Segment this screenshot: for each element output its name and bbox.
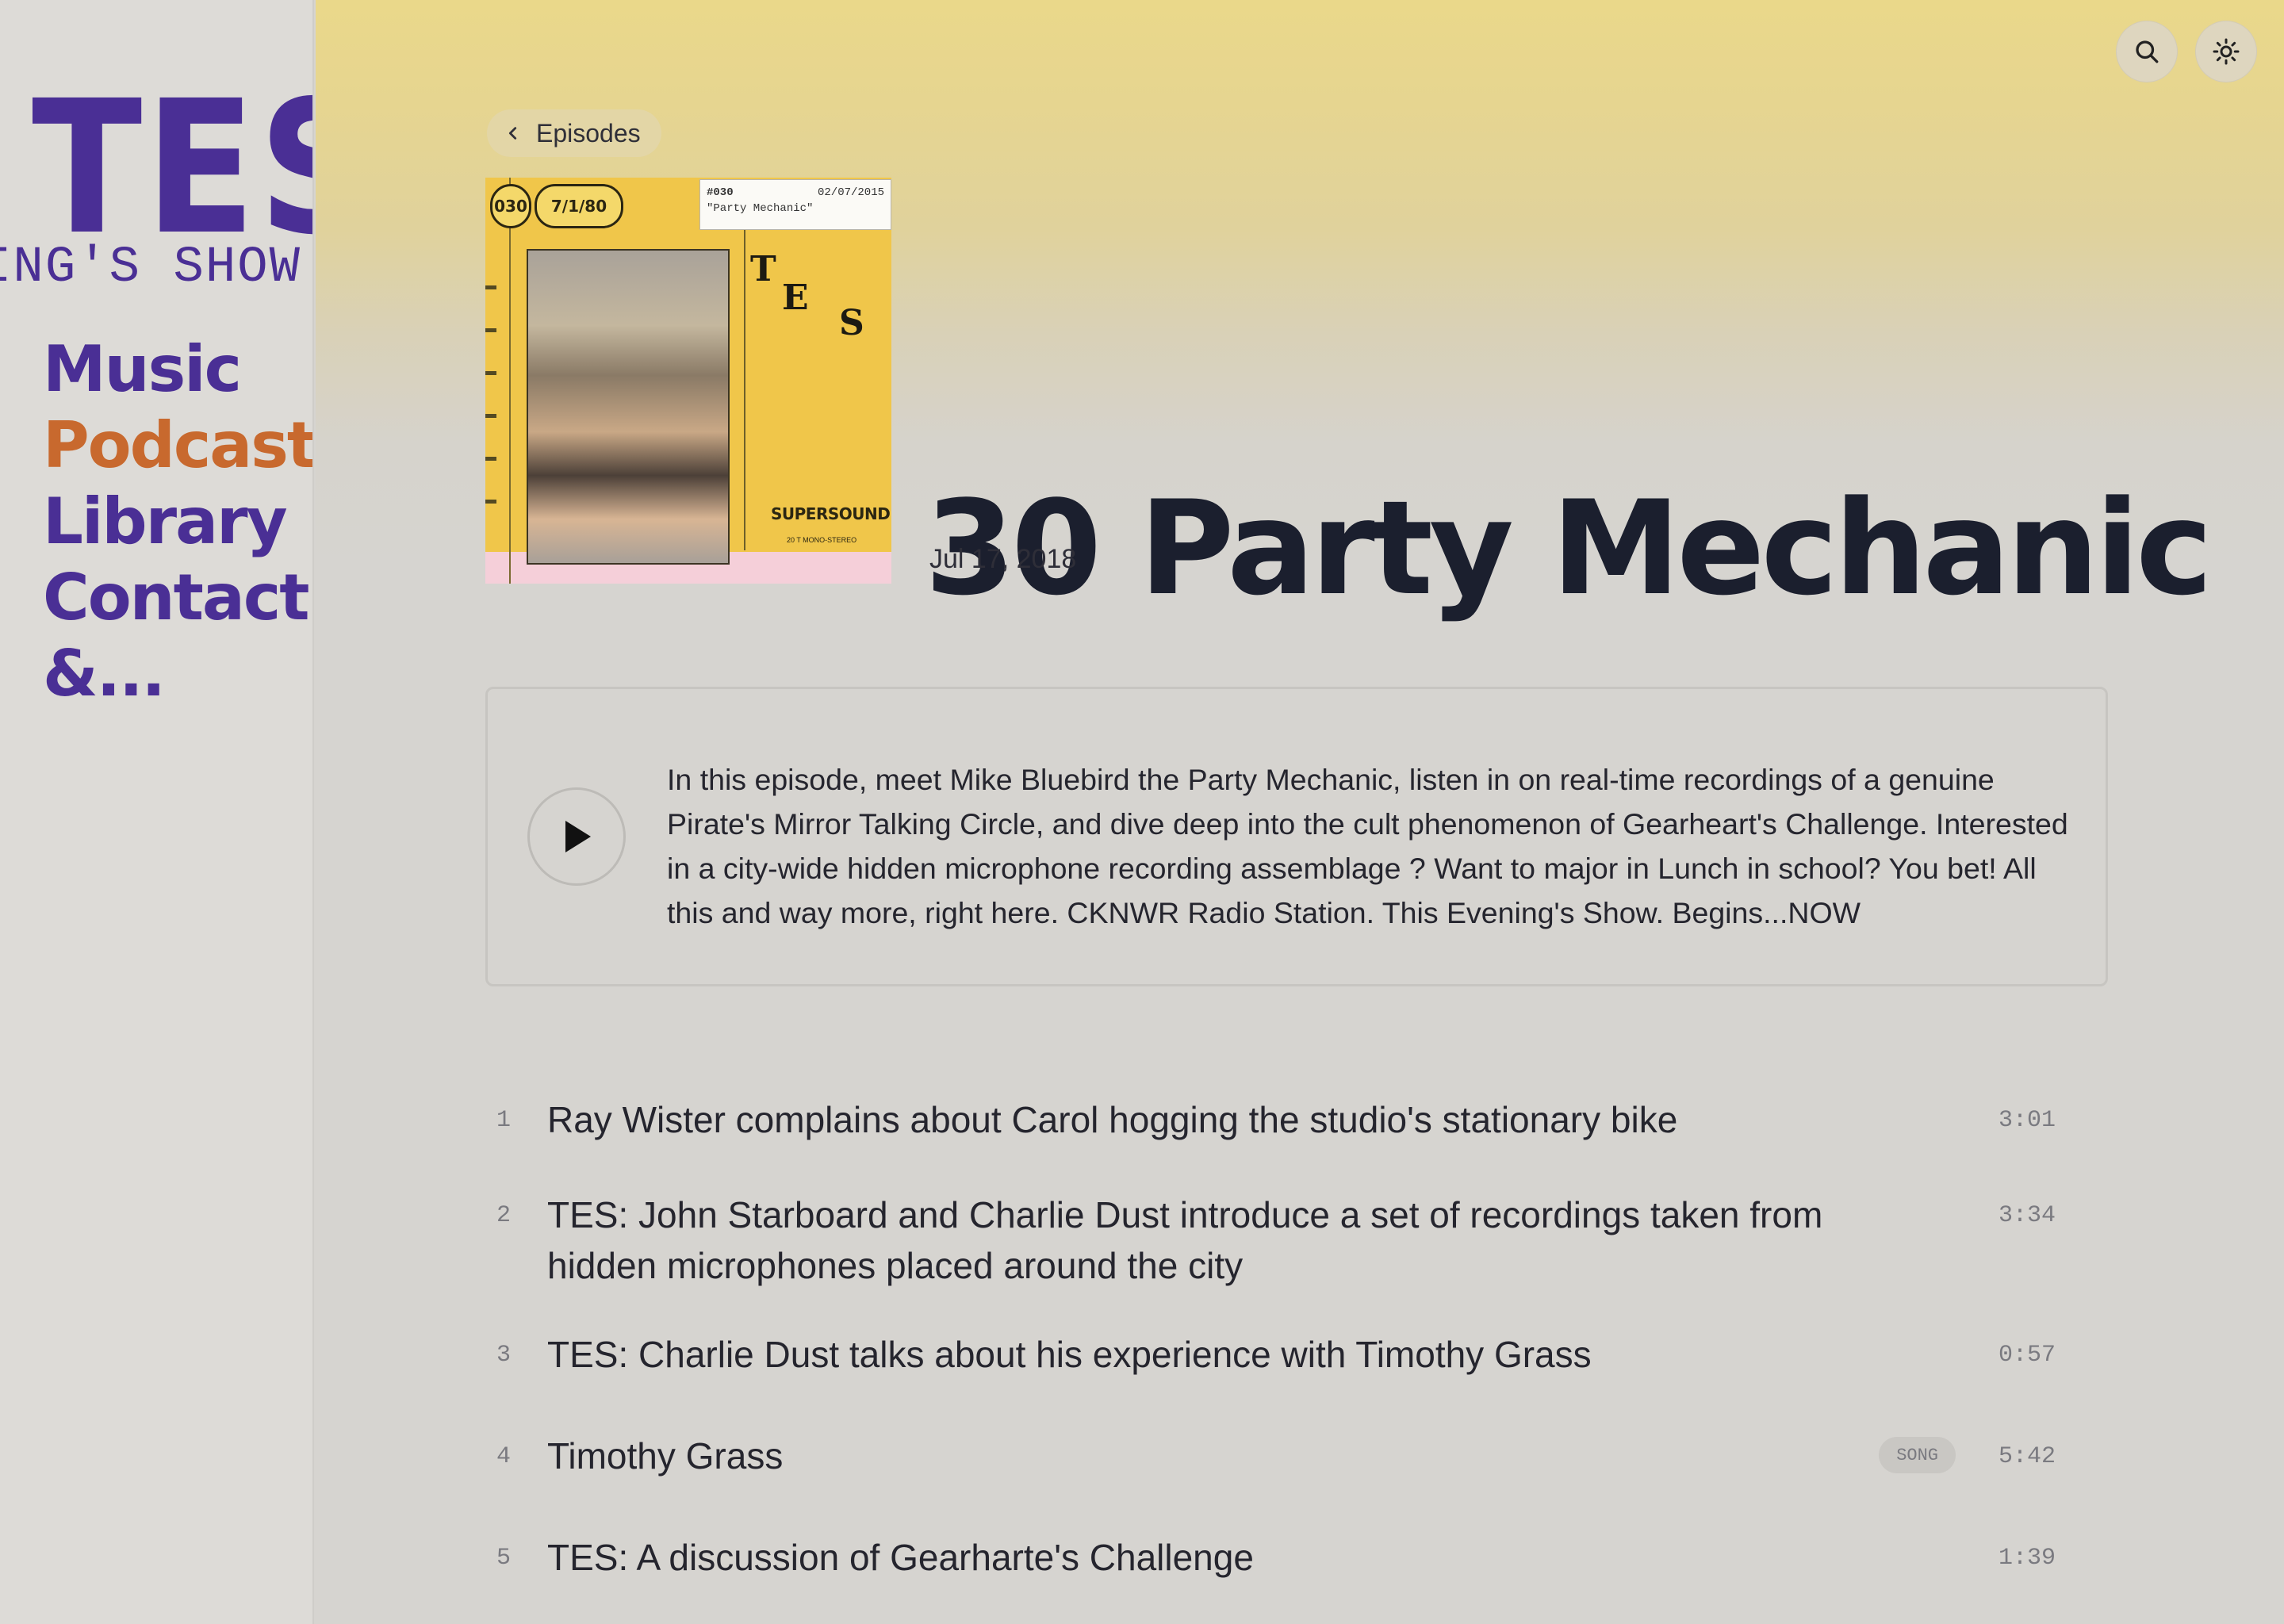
track-number: 1 (496, 1107, 512, 1134)
cover-divider (744, 201, 745, 550)
episode-title: 30 Party Mechanic (925, 472, 2213, 624)
cover-logo-s: S (839, 303, 864, 343)
cover-tick (485, 371, 496, 375)
top-toolbar (2116, 21, 2257, 82)
track-duration: 1:39 (1998, 1545, 2056, 1572)
track-row[interactable]: 2 TES: John Starboard and Charlie Dust i… (485, 1189, 2056, 1291)
cover-ticket: #030 02/07/2015 "Party Mechanic" (699, 179, 891, 230)
track-title: Timothy Grass (547, 1435, 784, 1477)
episode-cover-art: 030 7/1/80 #030 02/07/2015 "Party Mechan… (485, 178, 891, 584)
chevron-left-icon (508, 127, 517, 140)
ticket-date: 02/07/2015 (817, 186, 884, 199)
track-duration: 0:57 (1998, 1342, 2056, 1369)
nav-music[interactable]: Music (43, 331, 312, 408)
nav-library[interactable]: Library (43, 484, 312, 560)
play-icon (565, 821, 591, 852)
cover-tick (485, 500, 496, 504)
nav-more[interactable]: &... (43, 636, 312, 712)
cover-ruler (509, 178, 511, 584)
episode-page: Episodes 030 7/1/80 #030 02/07/2015 "Par… (316, 0, 2284, 1624)
episode-description-card: In this episode, meet Mike Bluebird the … (485, 687, 2108, 986)
ticket-title: "Party Mechanic" (707, 202, 814, 215)
cover-tick (485, 328, 496, 332)
site-logo-subtitle: ING'S SHOW (0, 239, 302, 297)
theme-toggle-button[interactable] (2195, 21, 2257, 82)
cover-date: 7/1/80 (535, 184, 623, 228)
play-button[interactable] (527, 787, 626, 886)
track-title: TES: John Starboard and Charlie Dust int… (547, 1194, 1823, 1286)
search-icon (2136, 40, 2159, 63)
main-nav: Music Podcast Library Contact &... (43, 331, 312, 712)
track-row[interactable]: 1 Ray Wister complains about Carol hoggi… (485, 1094, 2056, 1145)
cover-brand: SUPERSOUND (771, 504, 891, 523)
ticket-code: #030 (707, 186, 734, 199)
nav-contact[interactable]: Contact (43, 560, 312, 636)
cover-tick (485, 414, 496, 418)
track-number: 3 (496, 1342, 512, 1369)
cover-tick (485, 457, 496, 461)
back-to-episodes-button[interactable]: Episodes (487, 109, 661, 157)
track-duration: 5:42 (1998, 1443, 2056, 1470)
nav-podcast[interactable]: Podcast (43, 408, 312, 484)
cover-fine-print: 20 T MONO-STEREO (787, 536, 857, 544)
track-duration: 3:34 (1998, 1202, 2056, 1229)
track-row[interactable]: 5 TES: A discussion of Gearharte's Chall… (485, 1532, 2056, 1583)
episode-description: In this episode, meet Mike Bluebird the … (667, 762, 2068, 929)
cover-episode-number: 030 (490, 184, 531, 228)
sun-icon (2213, 38, 2240, 65)
track-title: Ray Wister complains about Carol hogging… (547, 1099, 1678, 1140)
cover-photo (527, 249, 730, 565)
track-title: TES: A discussion of Gearharte's Challen… (547, 1537, 1254, 1578)
track-row[interactable]: 3 TES: Charlie Dust talks about his expe… (485, 1329, 2056, 1380)
track-title: TES: Charlie Dust talks about his experi… (547, 1334, 1592, 1375)
song-badge: SONG (1879, 1437, 1956, 1473)
track-number: 4 (496, 1443, 512, 1470)
cover-tick (485, 285, 496, 289)
track-duration: 3:01 (1998, 1107, 2056, 1134)
search-button[interactable] (2116, 21, 2178, 82)
track-row[interactable]: 4 Timothy Grass SONG 5:42 (485, 1431, 2056, 1481)
episode-date: Jul 17, 2018 (929, 544, 1077, 574)
cover-logo-t: T (750, 249, 776, 289)
sidebar: TES ING'S SHOW Music Podcast Library Con… (0, 0, 314, 1624)
back-label: Episodes (536, 118, 641, 147)
cover-logo-e: E (782, 278, 809, 318)
track-number: 5 (496, 1545, 512, 1572)
track-number: 2 (496, 1202, 512, 1229)
site-logo[interactable]: TES (32, 76, 312, 260)
